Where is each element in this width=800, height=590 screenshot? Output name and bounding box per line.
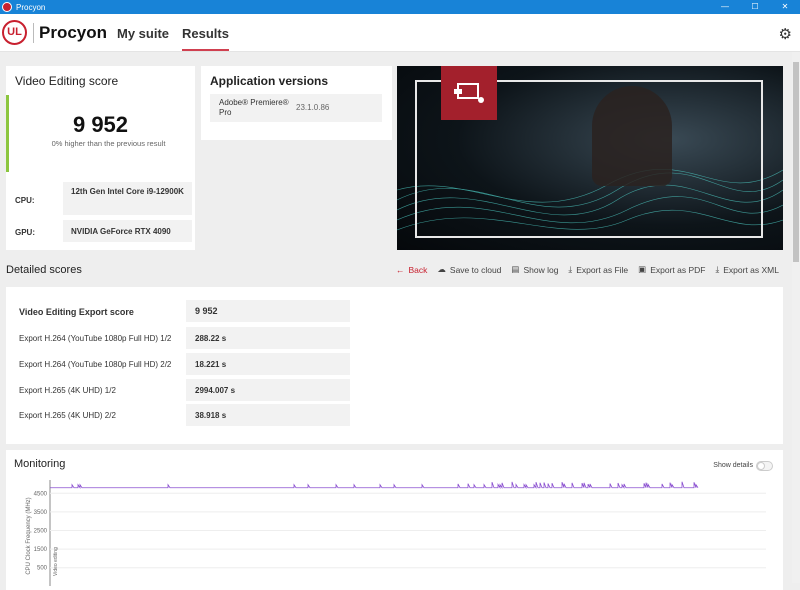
y-axis-label: CPU Clock Frequency (MHz) — [26, 497, 32, 574]
video-editing-icon — [441, 66, 497, 120]
file-label: Export as File — [576, 265, 628, 275]
y-tick-label: 3500 — [34, 510, 48, 516]
export-file-button[interactable]: ⤓ Export as File — [568, 264, 628, 275]
score-title: Video Editing score — [15, 74, 118, 88]
close-button[interactable]: ✕ — [770, 0, 800, 14]
app-icon — [2, 2, 12, 12]
score-row-label: Export H.265 (4K UHD) 2/2 — [19, 411, 116, 420]
divider — [33, 23, 34, 43]
save-to-cloud-button[interactable]: ☁ Save to cloud — [437, 264, 501, 275]
score-row-label: Video Editing Export score — [19, 307, 134, 317]
show-log-button[interactable]: ▤ Show log — [511, 264, 558, 275]
gpu-value: NVIDIA GeForce RTX 4090 — [63, 220, 192, 242]
document-icon: ▤ — [511, 264, 519, 275]
minimize-button[interactable]: — — [710, 0, 740, 14]
tab-my-suite[interactable]: My suite — [117, 26, 169, 41]
brand-name: Procyon — [39, 23, 107, 43]
score-row-value: 288.22 s — [186, 327, 350, 349]
pdf-label: Export as PDF — [650, 265, 705, 275]
cpu-label: CPU: — [15, 196, 35, 205]
export-pdf-button[interactable]: ▣ Export as PDF — [638, 264, 705, 275]
app-name: Adobe® Premiere® Pro — [219, 98, 289, 118]
app-version-row: Adobe® Premiere® Pro 23.1.0.86 — [210, 94, 382, 122]
log-label: Show log — [523, 265, 558, 275]
y-tick-label: 2500 — [34, 529, 48, 535]
show-details-label: Show details — [713, 462, 753, 469]
app-header: UL Procyon My suite Results ⚙ — [0, 14, 800, 52]
cpu-value: 12th Gen Intel Core i9-12900K — [63, 182, 192, 215]
window-title: Procyon — [16, 3, 45, 12]
monitoring-title: Monitoring — [14, 458, 65, 470]
cpu-frequency-line — [50, 482, 698, 488]
tab-results[interactable]: Results — [182, 26, 229, 51]
download-icon: ⤓ — [568, 264, 572, 275]
score-row-label: Export H.264 (YouTube 1080p Full HD) 1/2 — [19, 334, 171, 343]
arrow-left-icon: ← — [396, 265, 405, 275]
annotation-label: Video editing — [53, 547, 59, 576]
y-tick-label: 4500 — [34, 491, 48, 497]
title-bar: Procyon — ☐ ✕ — [0, 0, 800, 14]
score-card: Video Editing score 9 952 0% higher than… — [6, 66, 195, 250]
cloud-upload-icon: ☁ — [437, 264, 446, 275]
show-details-toggle[interactable] — [756, 461, 773, 471]
xml-label: Export as XML — [723, 265, 779, 275]
cpu-frequency-chart: 4500 3500 2500 1500 500 CPU Clock Frequency (… — [6, 476, 783, 586]
y-tick-label: 500 — [37, 566, 48, 572]
detailed-scores-title: Detailed scores — [6, 264, 82, 276]
maximize-button[interactable]: ☐ — [740, 0, 770, 14]
monitoring-card: Monitoring Show details 4500 3500 2500 1500… — [6, 450, 783, 590]
score-row-label: Export H.265 (4K UHD) 1/2 — [19, 386, 116, 395]
export-xml-button[interactable]: ⤓ Export as XML — [715, 264, 779, 275]
app-versions-card: Application versions Adobe® Premiere® Pr… — [201, 66, 392, 140]
benchmark-hero-image — [397, 66, 783, 250]
y-tick-label: 1500 — [34, 547, 48, 553]
scrollbar-thumb[interactable] — [793, 62, 799, 262]
results-toolbar: ← Back ☁ Save to cloud ▤ Show log ⤓ Export a… — [396, 264, 779, 275]
ul-logo: UL — [2, 20, 27, 45]
gear-icon[interactable]: ⚙ — [779, 25, 792, 43]
save-label: Save to cloud — [450, 265, 502, 275]
app-versions-title: Application versions — [210, 74, 328, 88]
score-comparison: 0% higher than the previous result — [6, 139, 211, 148]
floppy-icon: ▣ — [638, 264, 646, 275]
score-value: 9 952 — [6, 112, 195, 138]
scrollbar[interactable] — [792, 52, 800, 583]
app-version: 23.1.0.86 — [296, 103, 329, 112]
score-row-value: 2994.007 s — [186, 379, 350, 401]
score-row-value: 38.918 s — [186, 404, 350, 426]
download-icon: ⤓ — [715, 264, 719, 275]
back-label: Back — [409, 265, 428, 275]
score-row-label: Export H.264 (YouTube 1080p Full HD) 2/2 — [19, 360, 171, 369]
back-button[interactable]: ← Back — [396, 264, 427, 275]
score-row-value: 18.221 s — [186, 353, 350, 375]
score-row-value: 9 952 — [186, 300, 350, 322]
gpu-label: GPU: — [15, 228, 35, 237]
